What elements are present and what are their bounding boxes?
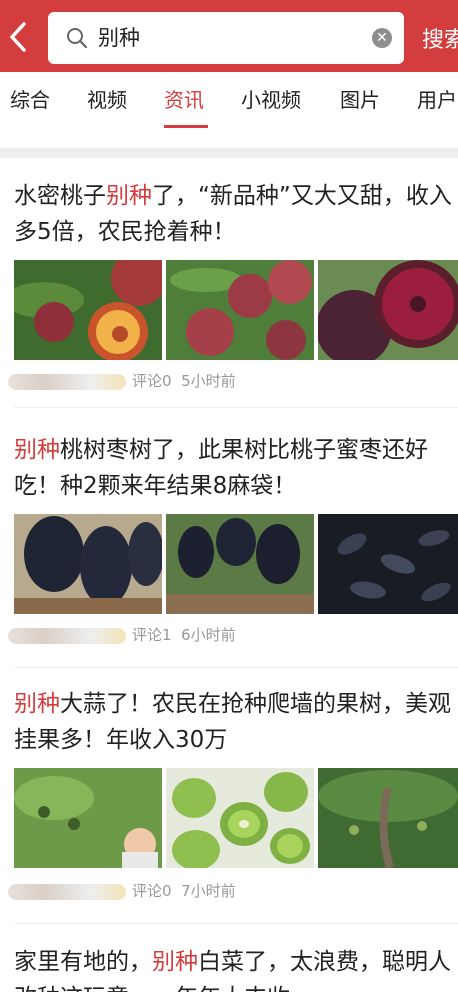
search-query-text: 别种 xyxy=(98,26,140,50)
news-title[interactable]: 别种大蒜了！农民在抢种爬墙的果树，美观挂果多！年收入30万 xyxy=(14,686,454,758)
author-name xyxy=(8,883,126,900)
peach-image xyxy=(14,260,162,360)
grape-bunch-image xyxy=(14,514,162,614)
tab-images[interactable]: 图片 xyxy=(340,86,380,114)
news-item[interactable]: 家里有地的，别种白菜了，太浪费，聪明人改种这玩意，一年年大丰收 xyxy=(0,940,458,992)
clear-icon[interactable]: ✕ xyxy=(372,28,392,48)
grapes-closeup-image xyxy=(318,514,458,614)
item-divider xyxy=(14,667,458,668)
news-meta: 评论1 6小时前 xyxy=(8,624,236,645)
news-meta: 评论0 5小时前 xyxy=(8,370,236,391)
post-time: 5小时前 xyxy=(181,372,236,390)
cut-plum-image xyxy=(318,260,458,360)
post-time: 6小时前 xyxy=(181,626,236,644)
tab-users[interactable]: 用户 xyxy=(417,86,457,114)
search-input[interactable]: 别种 ✕ xyxy=(48,12,404,64)
news-thumbnails xyxy=(14,768,458,868)
news-meta: 评论0 7小时前 xyxy=(8,880,236,901)
news-thumbnails xyxy=(14,260,458,360)
post-time: 7小时前 xyxy=(181,882,236,900)
news-title[interactable]: 家里有地的，别种白菜了，太浪费，聪明人改种这玩意，一年年大丰收 xyxy=(14,944,454,992)
kiwi-fruit-image xyxy=(166,768,314,868)
tab-video[interactable]: 视频 xyxy=(87,86,127,114)
active-tab-indicator xyxy=(164,125,208,128)
news-item[interactable]: 别种大蒜了！农民在抢种爬墙的果树，美观挂果多！年收入30万 评论0 7小时前 xyxy=(0,682,458,924)
tab-bar: 综合 视频 资讯 小视频 图片 用户 xyxy=(0,72,458,128)
section-divider xyxy=(0,148,458,158)
item-divider xyxy=(14,407,458,408)
news-item[interactable]: 别种桃树枣树了，此果树比桃子蜜枣还好吃！种2颗来年结果8麻袋！ 评论1 6小时前 xyxy=(0,426,458,668)
tab-all[interactable]: 综合 xyxy=(10,86,50,114)
search-icon xyxy=(67,28,88,49)
chevron-left-icon xyxy=(10,22,26,52)
peach-tree-image xyxy=(166,260,314,360)
comment-count: 评论0 xyxy=(132,882,172,900)
comment-count: 评论1 xyxy=(132,626,172,644)
news-title[interactable]: 别种桃树枣树了，此果树比桃子蜜枣还好吃！种2颗来年结果8麻袋！ xyxy=(14,432,454,504)
back-button[interactable] xyxy=(6,20,32,54)
kiwi-tree-image xyxy=(318,768,458,868)
news-item[interactable]: 水密桃子别种了，“新品种”又大又甜，收入多5倍，农民抢着种！ 评论0 5小时前 xyxy=(0,172,458,408)
author-name xyxy=(8,373,126,390)
news-title[interactable]: 水密桃子别种了，“新品种”又大又甜，收入多5倍，农民抢着种！ xyxy=(14,178,454,250)
item-divider xyxy=(14,923,458,924)
search-button[interactable]: 搜索 xyxy=(422,22,458,54)
comment-count: 评论0 xyxy=(132,372,172,390)
kiwi-vine-person-image xyxy=(14,768,162,868)
tab-news[interactable]: 资讯 xyxy=(164,86,204,114)
news-thumbnails xyxy=(14,514,458,614)
tab-short-video[interactable]: 小视频 xyxy=(241,86,301,114)
author-name xyxy=(8,627,126,644)
top-bar: 别种 ✕ 搜索 xyxy=(0,0,458,72)
grape-vineyard-image xyxy=(166,514,314,614)
